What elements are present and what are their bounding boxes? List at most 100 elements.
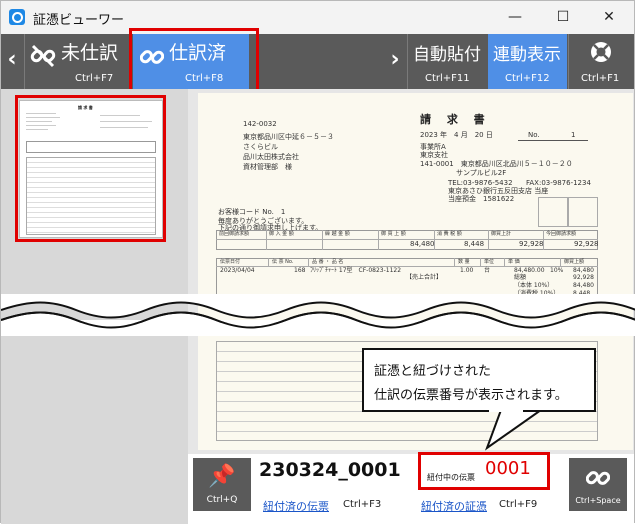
link-action-shortcut: Ctrl+Space: [575, 496, 621, 505]
summary-col-header: 前回御請求額: [219, 231, 250, 237]
linking-voucher-box: 紐付中の伝票 0001: [418, 452, 550, 490]
app-search-icon: [9, 9, 25, 25]
callout-line-2: 仕訳の伝票番号が表示されます。: [374, 388, 568, 403]
link-icon: [586, 471, 610, 485]
detail-col-divider: [454, 258, 455, 266]
summary-col-value: 92,928: [519, 240, 544, 248]
detail-col-header: 品 番 ・ 品 名: [312, 259, 344, 265]
unposted-label: 未仕訳: [61, 42, 119, 64]
summary-col-divider: [378, 230, 379, 250]
detail-col-header: 伝票日付: [220, 259, 241, 265]
subtotal-total: 92,928: [573, 274, 594, 281]
unlink-icon: [30, 44, 56, 68]
row-item: ﾌﾘｯﾌﾟﾁｬｰﾄ 17型 CF-0823-1122: [310, 267, 402, 274]
summary-col-header: 御買上計: [491, 231, 512, 237]
linked-evidence-link[interactable]: 紐付済の証憑: [421, 498, 487, 514]
summary-col-header: 御 入 金 額: [269, 231, 294, 237]
linked-voucher-link[interactable]: 紐付済の伝票: [263, 498, 329, 514]
linked-display-label: 連動表示: [493, 45, 561, 65]
linked-voucher-shortcut: Ctrl+F3: [343, 499, 382, 510]
callout-tail-join: [489, 408, 523, 412]
subtotal-base: 84,480: [573, 282, 594, 289]
auto-attach-label: 自動貼付: [413, 45, 481, 65]
issuer-office: 事業所A: [420, 143, 446, 151]
linked-display-button[interactable]: 連動表示 Ctrl+F12: [488, 34, 567, 89]
row-tax: 10%: [550, 267, 564, 274]
linked-evidence-shortcut: Ctrl+F9: [499, 499, 538, 510]
recipient-company: 品川太田株式会社: [243, 153, 299, 161]
invoice-date: 2023 年 4 月 20 日: [420, 131, 493, 139]
detail-col-header: 数 量: [458, 259, 470, 265]
pin-shortcut: Ctrl+Q: [206, 495, 238, 505]
minimize-button[interactable]: —: [504, 7, 526, 27]
row-no: 168: [294, 267, 306, 274]
summary-col-header: 御 買 上 額: [381, 231, 406, 237]
detail-col-header: 単位: [484, 259, 495, 265]
subtotal-base-label: （本体 10%）: [514, 282, 554, 289]
window-title: 証憑ビューワー: [33, 13, 125, 28]
issuer-bank: 東京あさひ銀行五反田支店 当座: [448, 187, 549, 195]
lifebuoy-icon: [591, 42, 611, 62]
unposted-button[interactable]: 未仕訳 Ctrl+F7: [25, 34, 133, 89]
unposted-shortcut: Ctrl+F7: [75, 73, 114, 84]
summary-col-divider: [434, 230, 435, 250]
recipient-building: さくらビル: [243, 143, 278, 151]
pin-button[interactable]: 📌 Ctrl+Q: [193, 458, 251, 511]
detail-col-header: 御買上額: [564, 259, 585, 265]
issuer-address: 141-0001 東京都品川区北品川５－１０－２０: [420, 160, 573, 168]
customer-code: お客様コード No. 1: [218, 208, 286, 216]
detail-col-divider: [308, 258, 309, 266]
summary-col-value: 92,928: [574, 240, 599, 248]
help-shortcut: Ctrl+F1: [581, 73, 620, 84]
auto-attach-button[interactable]: 自動貼付 Ctrl+F11: [408, 34, 487, 89]
subtotal-total-label: 総額: [514, 274, 527, 281]
issuer-building: サンプルビル2F: [456, 169, 507, 177]
invoice-title: 請 求 書: [420, 113, 491, 126]
invoice-no: 1: [571, 131, 576, 139]
row-qty: 1.00: [460, 267, 474, 274]
torn-section-wave: [1, 294, 635, 336]
summary-col-value: 8,448: [464, 240, 485, 248]
close-button[interactable]: ✕: [598, 7, 620, 27]
invoice-no-label: No.: [528, 131, 540, 139]
summary-col-divider: [322, 230, 323, 250]
detail-col-header: 伝 票 No.: [272, 259, 294, 265]
linking-voucher-label: 紐付中の伝票: [427, 473, 475, 482]
summary-col-value: 84,480: [410, 240, 435, 248]
summary-col-divider: [543, 230, 544, 250]
recipient-zip: 142-0032: [243, 120, 277, 128]
detail-col-divider: [560, 258, 561, 266]
prev-arrow-button[interactable]: ‹: [1, 34, 23, 89]
summary-col-divider: [488, 230, 489, 250]
linked-display-shortcut: Ctrl+F12: [505, 73, 550, 84]
bottom-bar: [188, 454, 634, 524]
detail-col-divider: [268, 258, 269, 266]
callout-line-1: 証憑と紐づけされた: [374, 364, 492, 379]
linking-voucher-number: 0001: [485, 458, 531, 479]
issuer-branch: 東京支社: [420, 151, 448, 159]
subtotal-label: 【売上合計】: [406, 274, 443, 281]
link-action-button[interactable]: Ctrl+Space: [569, 458, 627, 511]
issuer-account: 当座預金 1581622: [448, 195, 515, 203]
toolbar: ‹ 未仕訳 Ctrl+F7 仕訳済 Ctrl+F8 › 自動貼付 Ctrl+F1…: [1, 34, 634, 89]
recipient-address: 東京都品川区中延６－５－３: [243, 133, 334, 141]
detail-col-divider: [480, 258, 481, 266]
summary-col-header: 今回御請求額: [546, 231, 577, 237]
recipient-dept: 資材管理部 様: [243, 163, 292, 171]
row-unit: 台: [484, 267, 491, 274]
viewer-window: 証憑ビューワー — ☐ ✕ ‹ 未仕訳 Ctrl+F7 仕訳済 Ctrl+F8 …: [0, 0, 635, 524]
summary-col-divider: [266, 230, 267, 250]
summary-col-header: 繰 越 金 額: [325, 231, 350, 237]
auto-attach-shortcut: Ctrl+F11: [425, 73, 470, 84]
issuer-tel: TEL:03-9876-5432: [448, 179, 513, 187]
thumbnail-highlight-frame: [15, 95, 166, 242]
detail-col-divider: [504, 258, 505, 266]
voucher-number: 230324_0001: [259, 459, 401, 481]
summary-col-header: 消 費 税 額: [437, 231, 462, 237]
detail-col-header: 単 価: [508, 259, 520, 265]
callout-box: 証憑と紐づけされた 仕訳の伝票番号が表示されます。: [362, 348, 596, 412]
help-button[interactable]: Ctrl+F1: [569, 34, 634, 89]
maximize-button[interactable]: ☐: [552, 7, 574, 27]
next-arrow-button[interactable]: ›: [384, 34, 406, 89]
pin-icon: 📌: [208, 464, 236, 489]
